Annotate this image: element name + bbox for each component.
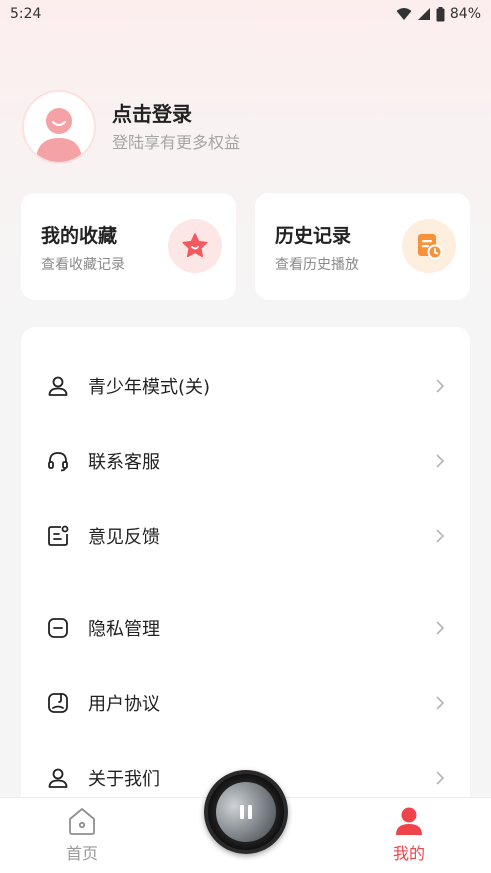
album-art xyxy=(216,782,276,842)
menu-item-label: 用户协议 xyxy=(88,694,160,715)
agreement-icon xyxy=(45,690,71,716)
status-bar: 5:24 84% xyxy=(0,0,491,28)
status-time: 5:24 xyxy=(10,6,42,22)
chevron-right-icon xyxy=(436,696,445,710)
pause-icon[interactable] xyxy=(237,803,255,821)
card-title: 我的收藏 xyxy=(41,225,118,247)
card-subtitle: 查看历史播放 xyxy=(275,257,359,273)
history-doc-icon xyxy=(402,219,456,273)
headset-icon xyxy=(45,448,71,474)
card-subtitle: 查看收藏记录 xyxy=(41,257,125,273)
tab-mine[interactable]: 我的 xyxy=(369,806,449,864)
menu-item-feedback[interactable]: 意见反馈 xyxy=(21,506,470,566)
avatar[interactable] xyxy=(22,90,96,164)
menu-item-user-agreement[interactable]: 用户协议 xyxy=(21,673,470,733)
signal-icon xyxy=(417,8,430,20)
home-icon xyxy=(69,808,95,835)
teen-user-icon xyxy=(45,373,71,399)
chevron-right-icon xyxy=(436,529,445,543)
avatar-placeholder-icon xyxy=(36,108,82,162)
card-title: 历史记录 xyxy=(275,225,352,247)
floating-music-player[interactable] xyxy=(204,770,288,854)
tab-label: 首页 xyxy=(65,844,98,863)
settings-menu: 青少年模式(关) 联系客服 意见反馈 隐私管理 用户协议 关于我们 xyxy=(21,327,470,807)
chevron-right-icon xyxy=(436,771,445,785)
menu-item-teen-mode[interactable]: 青少年模式(关) xyxy=(21,356,470,416)
login-title[interactable]: 点击登录 xyxy=(112,101,240,127)
tab-label: 我的 xyxy=(392,844,425,863)
battery-percent: 84% xyxy=(449,6,481,22)
menu-item-label: 意见反馈 xyxy=(88,527,160,548)
menu-item-label: 关于我们 xyxy=(88,769,160,790)
privacy-icon xyxy=(45,615,71,641)
star-icon xyxy=(168,219,222,273)
tab-home[interactable]: 首页 xyxy=(42,806,122,864)
login-subtitle: 登陆享有更多权益 xyxy=(112,133,241,152)
login-profile[interactable]: 点击登录 登陆享有更多权益 xyxy=(22,90,462,164)
chevron-right-icon xyxy=(436,379,445,393)
menu-item-label: 隐私管理 xyxy=(88,619,160,640)
battery-icon xyxy=(436,6,445,21)
menu-item-customer-service[interactable]: 联系客服 xyxy=(21,431,470,491)
feedback-icon xyxy=(45,523,71,549)
chevron-right-icon xyxy=(436,454,445,468)
menu-item-privacy[interactable]: 隐私管理 xyxy=(21,598,470,658)
about-user-icon xyxy=(45,765,71,791)
menu-item-label: 联系客服 xyxy=(88,452,160,473)
history-card[interactable]: 历史记录 查看历史播放 xyxy=(255,193,470,300)
chevron-right-icon xyxy=(436,621,445,635)
menu-item-label: 青少年模式(关) xyxy=(88,377,211,398)
user-filled-icon xyxy=(396,807,422,835)
wifi-icon xyxy=(396,8,412,20)
favorites-card[interactable]: 我的收藏 查看收藏记录 xyxy=(21,193,236,300)
